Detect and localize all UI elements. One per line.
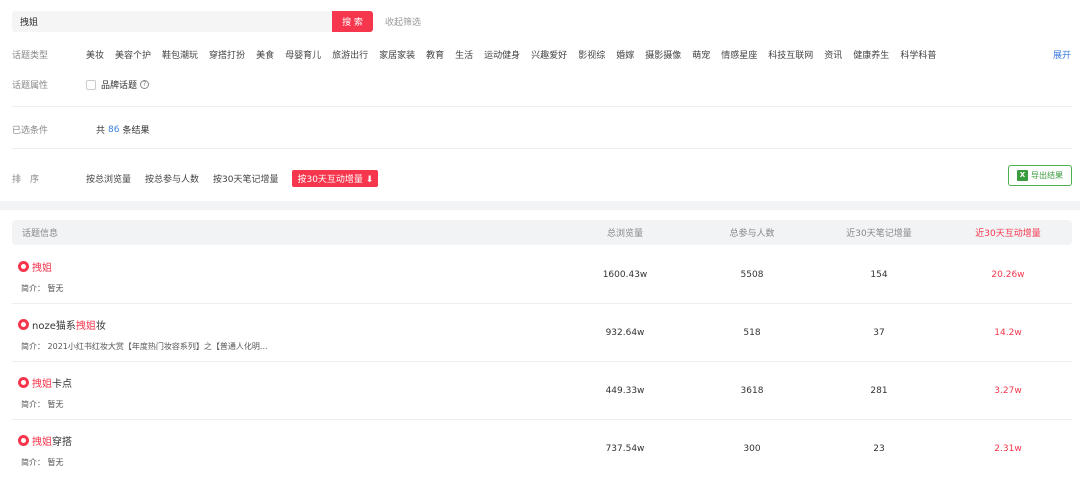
- header-views[interactable]: 总浏览量: [565, 226, 685, 239]
- header-notes30[interactable]: 近30天笔记增量: [819, 226, 939, 239]
- table-row[interactable]: noze猫系 拽姐妆简介： 2021小红书红妆大赏【年度热门妆容系列】之【普通人化…: [12, 304, 1072, 362]
- excel-icon: X: [1017, 170, 1028, 181]
- category-item[interactable]: 教育: [426, 48, 444, 61]
- topic-title[interactable]: 拽姐: [18, 259, 52, 274]
- topic-name-highlight: 拽姐: [75, 321, 96, 332]
- topic-name-pre: noze猫系: [32, 321, 76, 332]
- category-item[interactable]: 母婴育儿: [285, 48, 321, 61]
- views-cell: 932.64w: [605, 328, 645, 338]
- result-count: 86: [108, 124, 120, 135]
- topic-attr-row: 话题属性 品牌话题 ?: [12, 78, 150, 91]
- category-item[interactable]: 穿搭打扮: [209, 48, 245, 61]
- sort-label: 排 序: [12, 175, 40, 185]
- topic-title[interactable]: 拽姐 卡点: [18, 375, 72, 390]
- header-interact30[interactable]: 近30天互动增量: [948, 226, 1068, 239]
- category-item[interactable]: 美食: [256, 48, 274, 61]
- export-label: 导出结果: [1031, 171, 1063, 180]
- category-item[interactable]: 萌宠: [692, 48, 710, 61]
- topic-attr-label: 话题属性: [12, 81, 49, 91]
- participants-cell: 5508: [740, 270, 764, 280]
- sort-option[interactable]: 按总浏览量: [86, 172, 131, 185]
- search-button[interactable]: 搜 索: [332, 11, 373, 32]
- topic-title[interactable]: 拽姐 穿搭: [18, 433, 72, 448]
- sort-option-active[interactable]: 按30天互动增量 ⬇: [292, 170, 379, 187]
- category-item[interactable]: 婚嫁: [616, 48, 634, 61]
- interact30-cell: 20.26w: [991, 270, 1025, 280]
- topic-description: 简介： 暂无: [21, 458, 64, 467]
- result-prefix: 共: [96, 126, 106, 136]
- category-item[interactable]: 资讯: [824, 48, 842, 61]
- divider: [12, 106, 1072, 107]
- table-row[interactable]: 拽姐 穿搭简介： 暂无 737.54w 300 23 2.31w: [12, 420, 1072, 478]
- table-row[interactable]: 拽姐 卡点简介： 暂无 449.33w 3618 281 3.27w: [12, 362, 1072, 420]
- category-item[interactable]: 家居家装: [379, 48, 415, 61]
- topic-name-highlight: 拽姐: [32, 263, 52, 274]
- category-item[interactable]: 影视综: [578, 48, 605, 61]
- divider: [12, 148, 1072, 149]
- topic-name-highlight: 拽姐: [32, 379, 52, 390]
- topic-icon: [18, 261, 29, 272]
- topic-description: 简介： 2021小红书红妆大赏【年度热门妆容系列】之【普通人化明...: [21, 342, 268, 351]
- topic-description: 简介： 暂无: [21, 284, 64, 293]
- category-item[interactable]: 情感星座: [721, 48, 757, 61]
- category-item[interactable]: 摄影摄像: [645, 48, 681, 61]
- notes30-cell: 37: [873, 328, 885, 338]
- participants-cell: 3618: [740, 386, 764, 396]
- sort-option[interactable]: 按总参与人数: [145, 172, 199, 185]
- search-bar: 搜 索 收起筛选: [12, 11, 421, 32]
- topic-title[interactable]: noze猫系 拽姐妆: [18, 317, 106, 332]
- interact30-cell: 3.27w: [994, 386, 1022, 396]
- expand-categories-link[interactable]: 展开: [1053, 48, 1071, 61]
- category-list: 美妆 美容个护 鞋包潮玩 穿搭打扮 美食 母婴育儿 旅游出行 家居家装 教育 生活 运动健身 兴趣爱好…: [86, 48, 947, 61]
- selected-label: 已选条件: [12, 126, 49, 136]
- notes30-cell: 23: [873, 444, 885, 454]
- topic-icon: [18, 435, 29, 446]
- category-item[interactable]: 美容个护: [115, 48, 151, 61]
- search-input[interactable]: [12, 11, 332, 32]
- notes30-cell: 281: [870, 386, 888, 396]
- table-row[interactable]: 拽姐简介： 暂无 1600.43w 5508 154 20.26w: [12, 246, 1072, 304]
- topic-type-label: 话题类型: [12, 51, 49, 61]
- category-item[interactable]: 健康养生: [853, 48, 889, 61]
- result-suffix: 条结果: [122, 126, 150, 136]
- category-item[interactable]: 科技互联网: [768, 48, 813, 61]
- sort-options: 按总浏览量 按总参与人数 按30天笔记增量: [86, 172, 292, 185]
- category-item[interactable]: 生活: [455, 48, 473, 61]
- collapse-filter-link[interactable]: 收起筛选: [385, 15, 421, 28]
- notes30-cell: 154: [870, 270, 888, 280]
- views-cell: 1600.43w: [602, 270, 648, 280]
- views-cell: 449.33w: [605, 386, 645, 396]
- section-separator: [0, 201, 1080, 210]
- table-header: 话题信息 总浏览量 总参与人数 近30天笔记增量 近30天互动增量: [12, 220, 1072, 245]
- category-item[interactable]: 兴趣爱好: [531, 48, 567, 61]
- views-cell: 737.54w: [605, 444, 645, 454]
- selected-conditions-row: 已选条件 共 86 条结果: [12, 123, 150, 137]
- category-item[interactable]: 美妆: [86, 48, 104, 61]
- topic-name-post: 妆: [95, 321, 106, 332]
- sort-row: 排 序 按总浏览量 按总参与人数 按30天笔记增量 按30天互动增量 ⬇: [12, 170, 392, 187]
- topic-icon: [18, 377, 29, 388]
- topic-name-post: 穿搭: [52, 437, 72, 448]
- interact30-cell: 14.2w: [994, 328, 1022, 338]
- participants-cell: 518: [743, 328, 761, 338]
- category-item[interactable]: 运动健身: [484, 48, 520, 61]
- brand-topic-checkbox[interactable]: [86, 79, 96, 90]
- interact30-cell: 2.31w: [994, 444, 1022, 454]
- help-icon[interactable]: ?: [140, 80, 150, 89]
- topic-description: 简介： 暂无: [21, 400, 64, 409]
- sort-option[interactable]: 按30天笔记增量: [213, 172, 278, 185]
- topic-name-highlight: 拽姐: [32, 437, 52, 448]
- topic-type-row: 话题类型 美妆 美容个护 鞋包潮玩 穿搭打扮 美食 母婴育儿 旅游出行 家居家装 教育 生活 运动健…: [12, 48, 947, 61]
- topic-name-post: 卡点: [52, 379, 72, 390]
- category-item[interactable]: 科学科普: [900, 48, 936, 61]
- category-item[interactable]: 旅游出行: [332, 48, 368, 61]
- header-topic: 话题信息: [22, 229, 59, 239]
- category-item[interactable]: 鞋包潮玩: [162, 48, 198, 61]
- topic-icon: [18, 319, 29, 330]
- export-button[interactable]: X 导出结果: [1008, 165, 1072, 186]
- header-participants[interactable]: 总参与人数: [692, 226, 812, 239]
- participants-cell: 300: [743, 444, 761, 454]
- brand-topic-label: 品牌话题: [101, 81, 138, 91]
